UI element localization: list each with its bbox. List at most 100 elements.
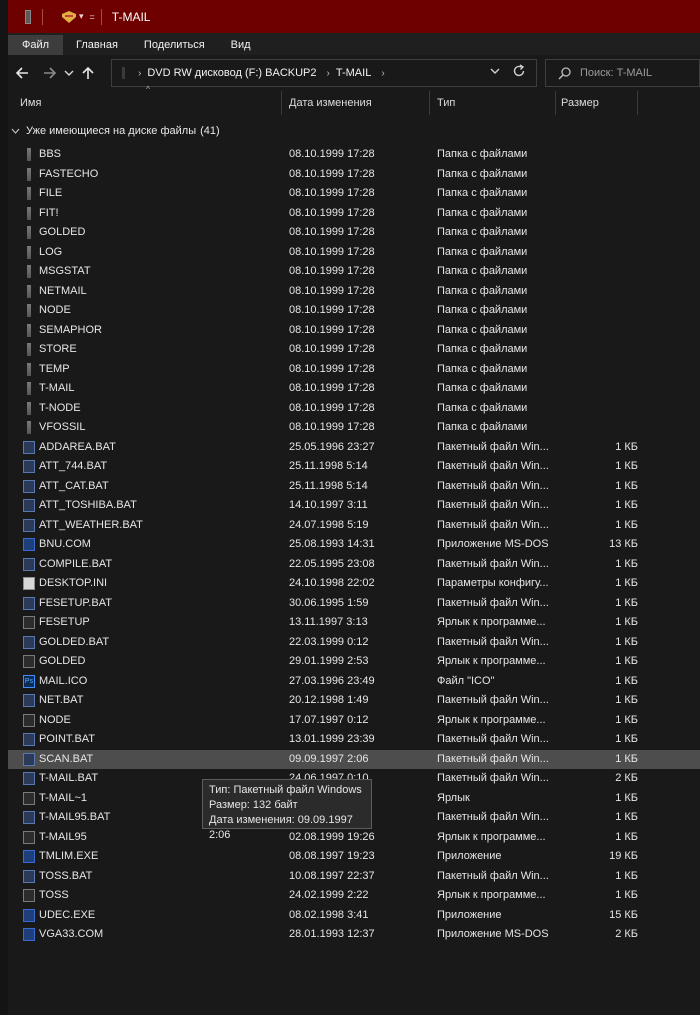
- forward-arrow-icon[interactable]: [38, 61, 62, 85]
- file-row[interactable]: TEMP 08.10.1999 17:28 Папка с файлами: [8, 360, 700, 380]
- file-name: POINT.BAT: [39, 733, 96, 745]
- file-name: SEMAPHOR: [39, 323, 102, 336]
- shortcut-icon: [23, 713, 35, 727]
- tab-share[interactable]: Поделиться: [131, 35, 218, 55]
- file-row[interactable]: VGA33.COM 28.01.1993 12:37 Приложение MS-D…: [8, 925, 700, 945]
- file-row[interactable]: STORE 08.10.1999 17:28 Папка с файлами: [8, 340, 700, 360]
- back-arrow-icon[interactable]: [10, 61, 34, 85]
- file-row[interactable]: NET.BAT 20.12.1998 1:49 Пакетный файл Win.…: [8, 691, 700, 711]
- column-size[interactable]: Размер: [561, 91, 599, 115]
- qat-dropdown-icon[interactable]: ▾: [79, 11, 84, 22]
- chevron-right-icon[interactable]: ›: [327, 68, 330, 79]
- file-row[interactable]: VFOSSIL 08.10.1999 17:28 Папка с файлами: [8, 418, 700, 438]
- address-dropdown-icon[interactable]: [490, 67, 500, 78]
- file-size: 1 КБ: [615, 635, 638, 648]
- refresh-icon[interactable]: [512, 64, 526, 81]
- collapse-chevron-icon[interactable]: [11, 126, 23, 136]
- file-date: 08.10.1999 17:28: [289, 226, 375, 238]
- folder-icon: [27, 323, 31, 337]
- file-row[interactable]: FIT! 08.10.1999 17:28 Папка с файлами: [8, 204, 700, 224]
- file-row[interactable]: FILE 08.10.1999 17:28 Папка с файлами: [8, 184, 700, 204]
- tab-view[interactable]: Вид: [218, 35, 264, 55]
- file-row[interactable]: GOLDED 08.10.1999 17:28 Папка с файлами: [8, 223, 700, 243]
- file-row[interactable]: TMLIM.EXE 08.08.1997 19:23 Приложение 19 КБ: [8, 847, 700, 867]
- explorer-window: ▾ = T-MAIL Файл Главная Поделиться Вид ›…: [8, 0, 700, 1015]
- chevron-right-icon[interactable]: ›: [381, 68, 384, 79]
- file-row[interactable]: DESKTOP.INI 24.10.1998 22:02 Параметры кон…: [8, 574, 700, 594]
- file-type: Папка с файлами: [437, 362, 528, 375]
- file-size: 2 КБ: [615, 928, 638, 940]
- column-divider[interactable]: [429, 91, 430, 115]
- folder-icon: [27, 206, 31, 220]
- column-divider[interactable]: [281, 91, 282, 115]
- file-row[interactable]: T-NODE 08.10.1999 17:28 Папка с файлами: [8, 399, 700, 419]
- file-row[interactable]: T-MAIL 08.10.1999 17:28 Папка с файлами: [8, 379, 700, 399]
- file-row[interactable]: ADDAREA.BAT 25.05.1996 23:27 Пакетный файл…: [8, 438, 700, 458]
- file-row[interactable]: SEMAPHOR 08.10.1999 17:28 Папка с файлами: [8, 321, 700, 341]
- search-box[interactable]: Поиск: T-MAIL: [545, 59, 700, 87]
- file-date: 08.10.1999 17:28: [289, 362, 375, 375]
- file-row[interactable]: COMPILE.BAT 22.05.1995 23:08 Пакетный файл…: [8, 555, 700, 575]
- file-row[interactable]: UDEC.EXE 08.02.1998 3:41 Приложение 15 КБ: [8, 906, 700, 926]
- up-arrow-icon[interactable]: [76, 61, 100, 85]
- file-date: 13.01.1999 23:39: [289, 733, 375, 745]
- group-count: (41): [200, 125, 220, 137]
- file-row[interactable]: POINT.BAT 13.01.1999 23:39 Пакетный файл W…: [8, 730, 700, 750]
- file-name: FIT!: [39, 206, 59, 219]
- file-type: Папка с файлами: [437, 148, 528, 160]
- file-row[interactable]: SCAN.BAT 09.09.1997 2:06 Пакетный файл Win…: [8, 749, 700, 769]
- file-row[interactable]: ATT_WEATHER.BAT 24.07.1998 5:19 Пакетный ф…: [8, 516, 700, 536]
- tab-file[interactable]: Файл: [8, 35, 64, 55]
- file-size: 13 КБ: [609, 538, 638, 550]
- file-row[interactable]: MSGSTAT 08.10.1999 17:28 Папка с файлами: [8, 262, 700, 282]
- qat-customize-icon[interactable]: =: [90, 12, 95, 22]
- column-name[interactable]: Имя: [20, 91, 41, 115]
- address-bar[interactable]: › DVD RW дисковод (F:) BACKUP2 › T-MAIL …: [111, 59, 537, 87]
- file-type: Файл "ICO": [437, 674, 495, 687]
- file-row[interactable]: ATT_CAT.BAT 25.11.1998 5:14 Пакетный файл …: [8, 477, 700, 497]
- file-size: 1 КБ: [615, 713, 638, 726]
- column-type[interactable]: Тип: [437, 91, 455, 115]
- file-date: 08.10.1999 17:28: [289, 206, 375, 219]
- file-size: 1 КБ: [615, 557, 638, 570]
- file-type: Пакетный файл Win...: [437, 596, 549, 609]
- file-row[interactable]: ATT_TOSHIBA.BAT 14.10.1997 3:11 Пакетный ф…: [8, 496, 700, 516]
- file-type: Папка с файлами: [437, 421, 528, 433]
- shortcut-icon: [23, 791, 35, 805]
- chevron-right-icon[interactable]: ›: [138, 68, 141, 79]
- file-row[interactable]: LOG 08.10.1999 17:28 Папка с файлами: [8, 243, 700, 263]
- recent-locations-chevron-icon[interactable]: [62, 61, 76, 85]
- file-row[interactable]: BBS 08.10.1999 17:28 Папка с файлами: [8, 145, 700, 165]
- group-header[interactable]: Уже имеющиеся на диске файлы (41): [8, 122, 700, 140]
- breadcrumb-folder[interactable]: T-MAIL: [336, 67, 371, 79]
- column-divider[interactable]: [555, 91, 556, 115]
- column-divider[interactable]: [637, 91, 638, 115]
- file-row[interactable]: GOLDED 29.01.1999 2:53 Ярлык к программе..…: [8, 652, 700, 672]
- file-row[interactable]: FESETUP 13.11.1997 3:13 Ярлык к программе.…: [8, 613, 700, 633]
- file-date: 27.03.1996 23:49: [289, 674, 375, 687]
- file-name: T-NODE: [39, 401, 81, 414]
- column-date[interactable]: Дата изменения: [289, 91, 372, 115]
- file-row[interactable]: GOLDED.BAT 22.03.1999 0:12 Пакетный файл W…: [8, 633, 700, 653]
- file-name: GOLDED: [39, 655, 86, 667]
- file-row[interactable]: NETMAIL 08.10.1999 17:28 Папка с файлами: [8, 282, 700, 302]
- tab-home[interactable]: Главная: [63, 35, 131, 55]
- file-date: 13.11.1997 3:13: [289, 616, 368, 628]
- file-name: TOSS: [39, 889, 69, 901]
- file-type: Пакетный файл Win...: [437, 460, 549, 472]
- file-row[interactable]: TOSS.BAT 10.08.1997 22:37 Пакетный файл Wi…: [8, 867, 700, 887]
- file-row[interactable]: NODE 17.07.1997 0:12 Ярлык к программе... 1…: [8, 711, 700, 731]
- file-row[interactable]: FESETUP.BAT 30.06.1995 1:59 Пакетный файл …: [8, 594, 700, 614]
- file-row[interactable]: BNU.COM 25.08.1993 14:31 Приложение MS-DOS…: [8, 535, 700, 555]
- file-row[interactable]: Ps MAIL.ICO 27.03.1996 23:49 Файл "ICO" 1 КБ: [8, 672, 700, 692]
- folder-icon: [27, 382, 31, 395]
- file-row[interactable]: NODE 08.10.1999 17:28 Папка с файлами: [8, 301, 700, 321]
- file-row[interactable]: TOSS 24.02.1999 2:22 Ярлык к программе... 1…: [8, 886, 700, 906]
- breadcrumb-drive[interactable]: DVD RW дисковод (F:) BACKUP2: [147, 67, 316, 79]
- quick-access-properties-icon[interactable]: [61, 9, 77, 25]
- file-row[interactable]: FASTECHO 08.10.1999 17:28 Папка с файлами: [8, 165, 700, 185]
- file-date: 08.10.1999 17:28: [289, 323, 375, 336]
- file-date: 08.10.1999 17:28: [289, 265, 375, 277]
- file-row[interactable]: ATT_744.BAT 25.11.1998 5:14 Пакетный файл …: [8, 457, 700, 477]
- title-bar[interactable]: ▾ = T-MAIL: [8, 0, 700, 33]
